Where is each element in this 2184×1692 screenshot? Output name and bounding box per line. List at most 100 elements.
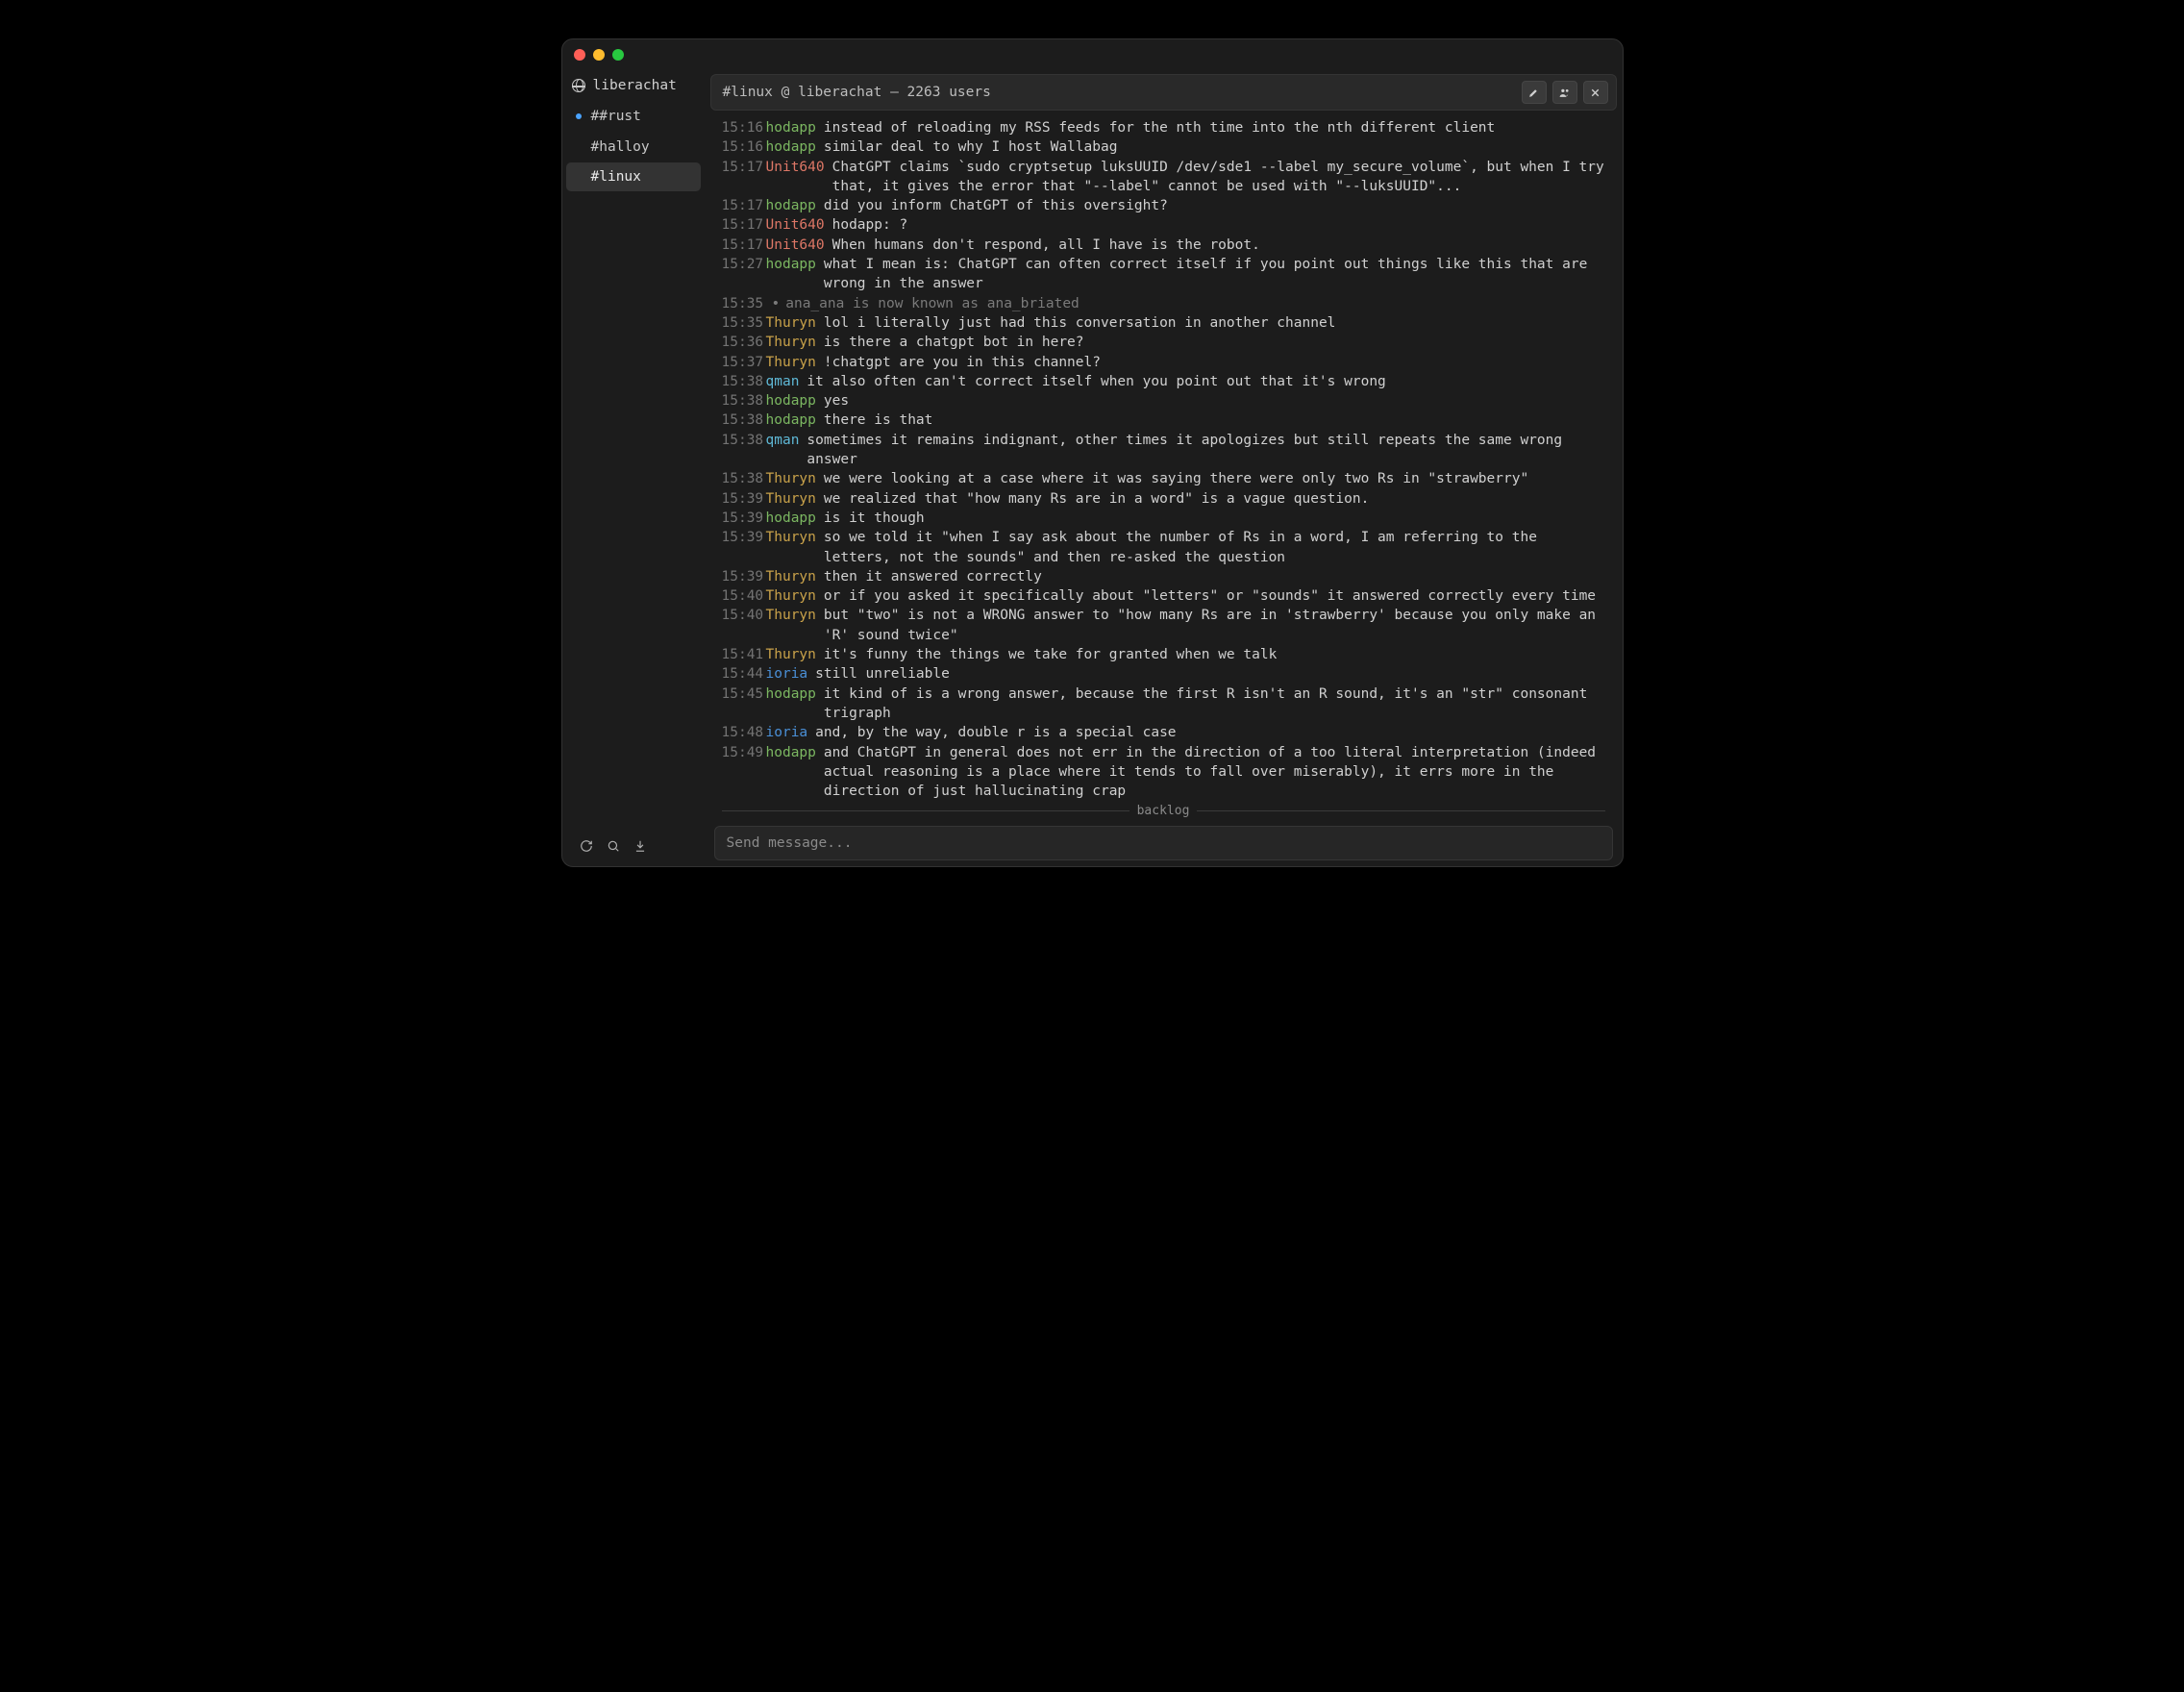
nick[interactable]: Thuryn: [766, 333, 816, 352]
users-button[interactable]: [1552, 81, 1577, 104]
sidebar-channel[interactable]: ##rust: [566, 102, 701, 131]
message-row: 15:36Thurynis there a chatgpt bot in her…: [722, 333, 1605, 352]
nick[interactable]: Thuryn: [766, 489, 816, 509]
message-text: and ChatGPT in general does not err in t…: [824, 743, 1605, 799]
message-text: hodapp: ?: [832, 215, 1605, 235]
channel-name: #halloy: [591, 137, 650, 157]
message-row: 15:37Thuryn!chatgpt are you in this chan…: [722, 353, 1605, 372]
message-text: it kind of is a wrong answer, because th…: [824, 684, 1605, 724]
nick[interactable]: hodapp: [766, 255, 816, 294]
search-icon[interactable]: [607, 839, 620, 853]
nick[interactable]: Thuryn: [766, 645, 816, 664]
timestamp: 15:45: [722, 684, 766, 724]
unread-dot-icon: [576, 113, 582, 119]
timestamp: 15:27: [722, 255, 766, 294]
message-text: but "two" is not a WRONG answer to "how …: [824, 606, 1605, 645]
message-input[interactable]: [714, 826, 1613, 860]
timestamp: 15:40: [722, 586, 766, 606]
nick[interactable]: hodapp: [766, 137, 816, 157]
nick[interactable]: hodapp: [766, 196, 816, 215]
message-row: 15:17Unit640 hodapp: ?: [722, 215, 1605, 235]
message-text: similar deal to why I host Wallabag: [824, 137, 1605, 157]
nick[interactable]: Thuryn: [766, 606, 816, 645]
message-row: 15:38hodappthere is that: [722, 411, 1605, 430]
nick[interactable]: ioria: [766, 664, 808, 684]
sidebar-toolbar: [562, 834, 705, 858]
sidebar: liberachat ##rust #halloy #linux: [562, 70, 705, 866]
nick[interactable]: qman: [766, 372, 800, 391]
nick[interactable]: Thuryn: [766, 586, 816, 606]
system-message: •ana_ana is now known as ana_briated: [766, 294, 1605, 313]
timestamp: 15:17: [722, 158, 766, 197]
message-row: 15:16hodappinstead of reloading my RSS f…: [722, 118, 1605, 137]
download-icon[interactable]: [633, 839, 647, 853]
message-row: 15:17Unit640ChatGPT claims `sudo cryptse…: [722, 158, 1605, 197]
nick[interactable]: hodapp: [766, 411, 816, 430]
nick[interactable]: qman: [766, 431, 800, 470]
channel-name: ##rust: [591, 107, 641, 126]
sidebar-channel[interactable]: #halloy: [566, 133, 701, 162]
timestamp: 15:35: [722, 294, 766, 313]
nick[interactable]: hodapp: [766, 509, 816, 528]
channel-name: #linux: [591, 167, 641, 187]
network-name: liberachat: [593, 76, 677, 95]
timestamp: 15:40: [722, 606, 766, 645]
zoom-window-button[interactable]: [612, 49, 624, 61]
nick[interactable]: Thuryn: [766, 313, 816, 333]
nick[interactable]: hodapp: [766, 118, 816, 137]
nick[interactable]: ioria: [766, 723, 808, 742]
timestamp: 15:38: [722, 372, 766, 391]
message-text: we realized that "how many Rs are in a w…: [824, 489, 1605, 509]
message-text: then it answered correctly: [824, 567, 1605, 586]
nick[interactable]: hodapp: [766, 391, 816, 411]
timestamp: 15:44: [722, 664, 766, 684]
message-text: yes: [824, 391, 1605, 411]
network-header[interactable]: liberachat: [562, 70, 705, 101]
nick[interactable]: Unit640: [766, 215, 825, 235]
message-row: 15:38Thurynwe were looking at a case whe…: [722, 469, 1605, 488]
message-text: instead of reloading my RSS feeds for th…: [824, 118, 1605, 137]
refresh-icon[interactable]: [580, 839, 593, 853]
nick[interactable]: Thuryn: [766, 469, 816, 488]
clear-button[interactable]: [1522, 81, 1547, 104]
timestamp: 15:37: [722, 353, 766, 372]
timestamp: 15:17: [722, 215, 766, 235]
message-row: 15:41Thurynit's funny the things we take…: [722, 645, 1605, 664]
message-row: 15:17Unit640When humans don't respond, a…: [722, 236, 1605, 255]
nick[interactable]: Unit640: [766, 158, 825, 197]
message-text: it also often can't correct itself when …: [807, 372, 1604, 391]
minimize-window-button[interactable]: [593, 49, 605, 61]
message-row: 15:38qmansometimes it remains indignant,…: [722, 431, 1605, 470]
timestamp: 15:39: [722, 489, 766, 509]
message-text: so we told it "when I say ask about the …: [824, 528, 1605, 567]
channel-header: #linux @ liberachat – 2263 users: [710, 74, 1617, 111]
message-text: we were looking at a case where it was s…: [824, 469, 1605, 488]
nick[interactable]: Thuryn: [766, 567, 816, 586]
message-row: 15:44ioriastill unreliable: [722, 664, 1605, 684]
close-window-button[interactable]: [574, 49, 585, 61]
message-row: 15:38qman it also often can't correct its…: [722, 372, 1605, 391]
message-text: did you inform ChatGPT of this oversight…: [824, 196, 1605, 215]
message-text: lol i literally just had this conversati…: [824, 313, 1605, 333]
message-text: When humans don't respond, all I have is…: [832, 236, 1605, 255]
timestamp: 15:39: [722, 528, 766, 567]
timestamp: 15:35: [722, 313, 766, 333]
nick[interactable]: hodapp: [766, 684, 816, 724]
message-row: 15:40Thurynbut "two" is not a WRONG answ…: [722, 606, 1605, 645]
nick[interactable]: Thuryn: [766, 528, 816, 567]
sidebar-channel[interactable]: #linux: [566, 162, 701, 191]
nick[interactable]: Unit640: [766, 236, 825, 255]
message-row: 15:27hodappwhat I mean is: ChatGPT can o…: [722, 255, 1605, 294]
close-pane-button[interactable]: [1583, 81, 1608, 104]
message-log[interactable]: 15:16hodappinstead of reloading my RSS f…: [710, 111, 1617, 799]
message-text: is there a chatgpt bot in here?: [824, 333, 1605, 352]
nick[interactable]: Thuryn: [766, 353, 816, 372]
message-text: sometimes it remains indignant, other ti…: [807, 431, 1604, 470]
message-text: or if you asked it specifically about "l…: [824, 586, 1605, 606]
nick[interactable]: hodapp: [766, 743, 816, 799]
message-row: 15:38hodappyes: [722, 391, 1605, 411]
message-row: 15:16hodappsimilar deal to why I host Wa…: [722, 137, 1605, 157]
message-row: 15:48ioriaand, by the way, double r is a…: [722, 723, 1605, 742]
message-row: 15:35•ana_ana is now known as ana_briate…: [722, 294, 1605, 313]
message-text: is it though: [824, 509, 1605, 528]
